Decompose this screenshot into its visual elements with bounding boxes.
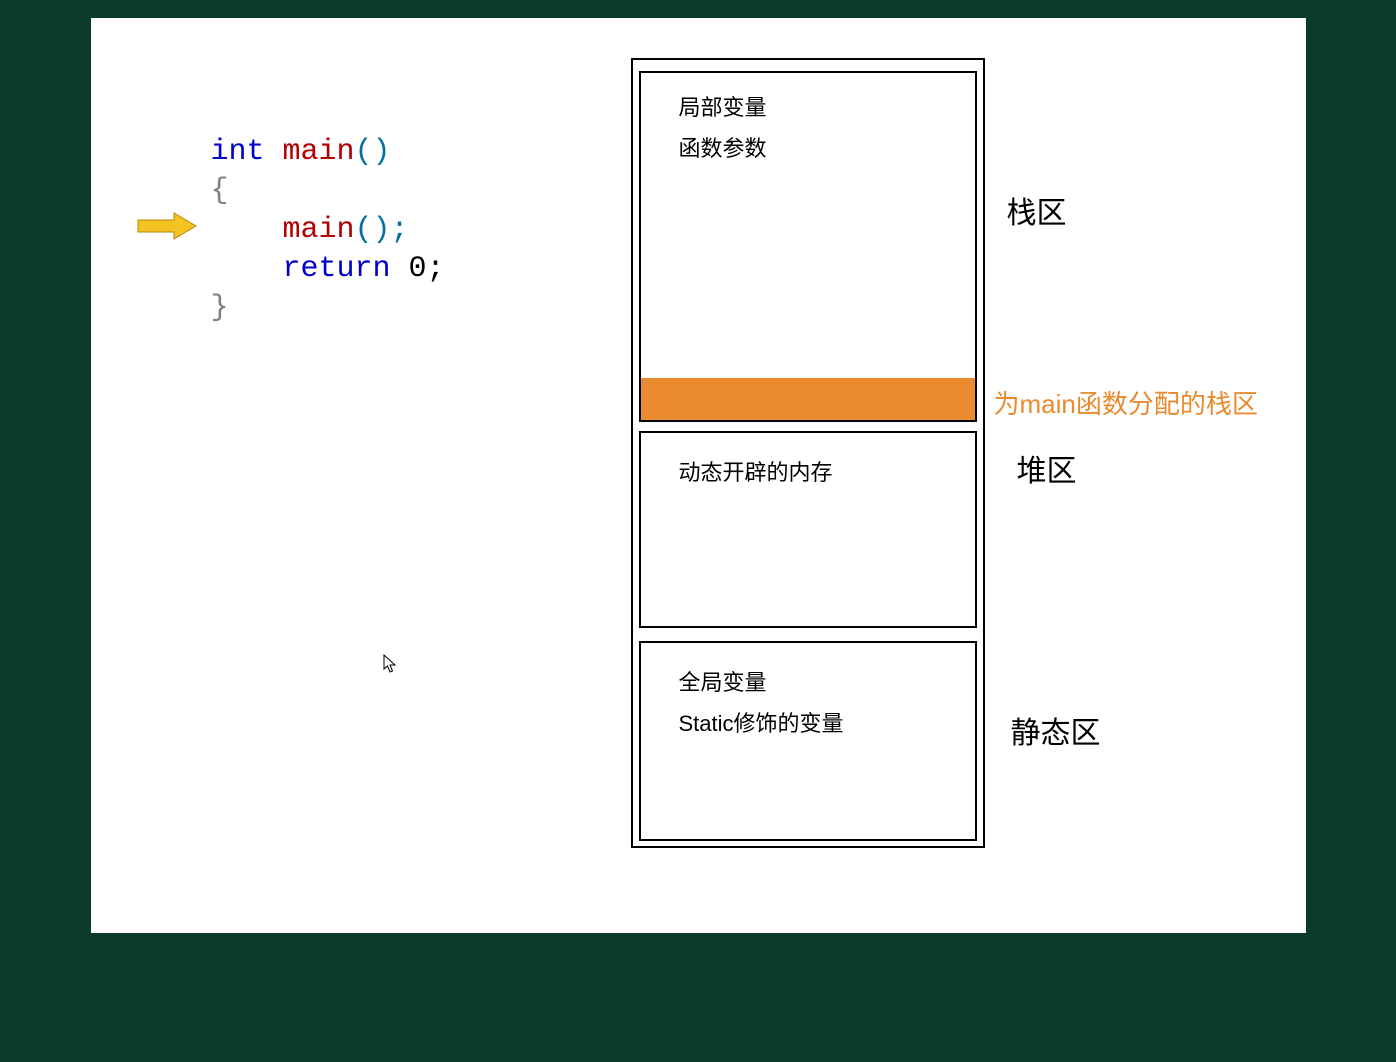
stack-line1: 局部变量 — [679, 88, 767, 129]
call-main: main — [283, 213, 355, 247]
heap-label: 堆区 — [1017, 446, 1077, 490]
code-block: int main() { main(); return 0; } — [211, 133, 445, 328]
parens: () — [355, 135, 391, 169]
heap-line1: 动态开辟的内存 — [679, 453, 833, 494]
keyword-return: return — [283, 252, 391, 286]
call-parens: (); — [355, 213, 409, 247]
slide-canvas: int main() { main(); return 0; } 局部变量 函数… — [91, 18, 1306, 933]
function-main: main — [283, 135, 355, 169]
main-stack-frame — [641, 378, 975, 420]
static-contents: 全局变量 Static修饰的变量 — [679, 663, 844, 744]
stack-line2: 函数参数 — [679, 129, 767, 170]
static-line2: Static修饰的变量 — [679, 704, 844, 745]
close-brace: } — [211, 291, 229, 325]
execution-arrow-icon — [136, 211, 198, 241]
static-line1: 全局变量 — [679, 663, 844, 704]
return-value: 0; — [391, 252, 445, 286]
static-label: 静态区 — [1011, 708, 1101, 752]
stack-label: 栈区 — [1007, 188, 1067, 232]
cursor-icon — [383, 654, 399, 674]
heap-contents: 动态开辟的内存 — [679, 453, 833, 494]
keyword-int: int — [211, 135, 265, 169]
stack-contents: 局部变量 函数参数 — [679, 88, 767, 169]
main-frame-annotation: 为main函数分配的栈区 — [994, 384, 1258, 421]
heap-region-box: 动态开辟的内存 — [639, 431, 977, 628]
static-region-box: 全局变量 Static修饰的变量 — [639, 641, 977, 841]
open-brace: { — [211, 174, 229, 208]
stack-region-box: 局部变量 函数参数 — [639, 71, 977, 422]
